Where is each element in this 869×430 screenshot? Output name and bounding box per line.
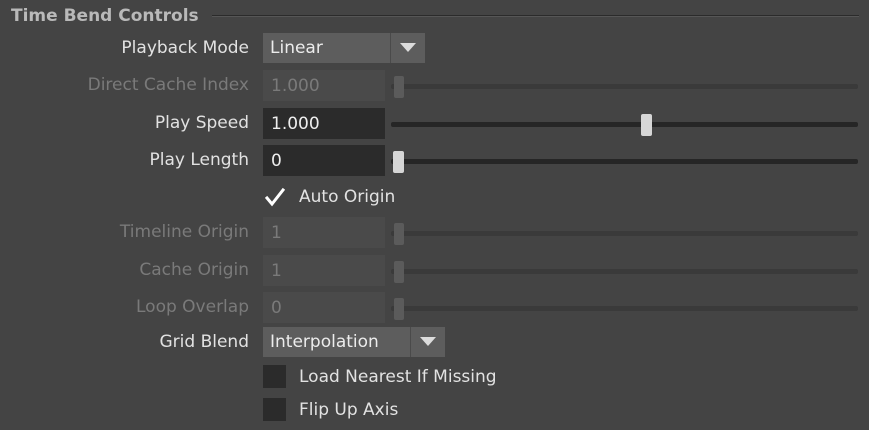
grid-blend-label: Grid Blend (159, 332, 250, 352)
load-nearest-label: Load Nearest If Missing (299, 367, 497, 387)
play-speed-slider-track[interactable] (391, 122, 858, 127)
direct-cache-index-label: Direct Cache Index (87, 75, 249, 95)
play-length-field[interactable]: 0 (263, 145, 385, 176)
grid-blend-value: Interpolation (270, 332, 379, 352)
auto-origin-checkbox[interactable] (263, 185, 286, 208)
playback-mode-label: Playback Mode (121, 38, 249, 58)
flip-up-axis-checkbox[interactable] (263, 398, 286, 421)
loop-overlap-slider-thumb[interactable] (394, 298, 404, 320)
timeline-origin-slider-thumb[interactable] (394, 223, 404, 245)
playback-mode-value: Linear (270, 38, 323, 58)
cache-origin-label: Cache Origin (139, 260, 249, 280)
playback-mode-dropdown[interactable]: Linear (263, 33, 425, 63)
cache-origin-value: 1 (271, 261, 282, 281)
loop-overlap-field[interactable]: 0 (263, 292, 385, 323)
loop-overlap-slider-track[interactable] (391, 306, 858, 311)
section-title: Time Bend Controls (11, 6, 199, 26)
timeline-origin-field[interactable]: 1 (263, 217, 385, 248)
cache-origin-row: Cache Origin 1 (0, 254, 869, 288)
timeline-origin-label: Timeline Origin (119, 222, 249, 242)
grid-blend-row: Grid Blend Interpolation (0, 326, 869, 360)
direct-cache-index-slider-track[interactable] (391, 84, 858, 89)
play-speed-label: Play Speed (154, 113, 249, 133)
play-length-label: Play Length (149, 150, 250, 170)
load-nearest-checkbox[interactable] (263, 365, 286, 388)
chevron-down-icon[interactable] (410, 327, 445, 357)
direct-cache-index-value: 1.000 (271, 76, 320, 96)
cache-origin-slider-thumb[interactable] (394, 261, 404, 283)
chevron-down-icon[interactable] (390, 33, 425, 63)
loop-overlap-value: 0 (271, 298, 282, 318)
auto-origin-label: Auto Origin (299, 187, 396, 207)
direct-cache-index-row: Direct Cache Index 1.000 (0, 69, 869, 103)
auto-origin-row: Auto Origin (0, 184, 869, 212)
timeline-origin-value: 1 (271, 223, 282, 243)
section-header[interactable]: Time Bend Controls (0, 0, 869, 34)
play-length-slider-thumb[interactable] (393, 151, 404, 173)
play-speed-value: 1.000 (271, 114, 320, 134)
playback-mode-row: Playback Mode Linear (0, 32, 869, 66)
check-icon (265, 187, 285, 207)
section-divider (212, 15, 859, 17)
flip-up-axis-row: Flip Up Axis (0, 397, 869, 425)
timeline-origin-slider-track[interactable] (391, 231, 858, 236)
play-length-value: 0 (271, 151, 282, 171)
grid-blend-dropdown[interactable]: Interpolation (263, 327, 445, 357)
loop-overlap-row: Loop Overlap 0 (0, 291, 869, 325)
cache-origin-slider-track[interactable] (391, 269, 858, 274)
direct-cache-index-field[interactable]: 1.000 (263, 70, 385, 101)
load-nearest-row: Load Nearest If Missing (0, 364, 869, 392)
play-length-slider-track[interactable] (391, 159, 858, 164)
play-speed-row: Play Speed 1.000 (0, 107, 869, 141)
timeline-origin-row: Timeline Origin 1 (0, 216, 869, 250)
play-speed-field[interactable]: 1.000 (263, 108, 385, 139)
play-length-row: Play Length 0 (0, 144, 869, 178)
flip-up-axis-label: Flip Up Axis (299, 400, 399, 420)
direct-cache-index-slider-thumb[interactable] (394, 76, 404, 98)
cache-origin-field[interactable]: 1 (263, 255, 385, 286)
play-speed-slider-thumb[interactable] (641, 114, 652, 136)
loop-overlap-label: Loop Overlap (136, 297, 249, 317)
